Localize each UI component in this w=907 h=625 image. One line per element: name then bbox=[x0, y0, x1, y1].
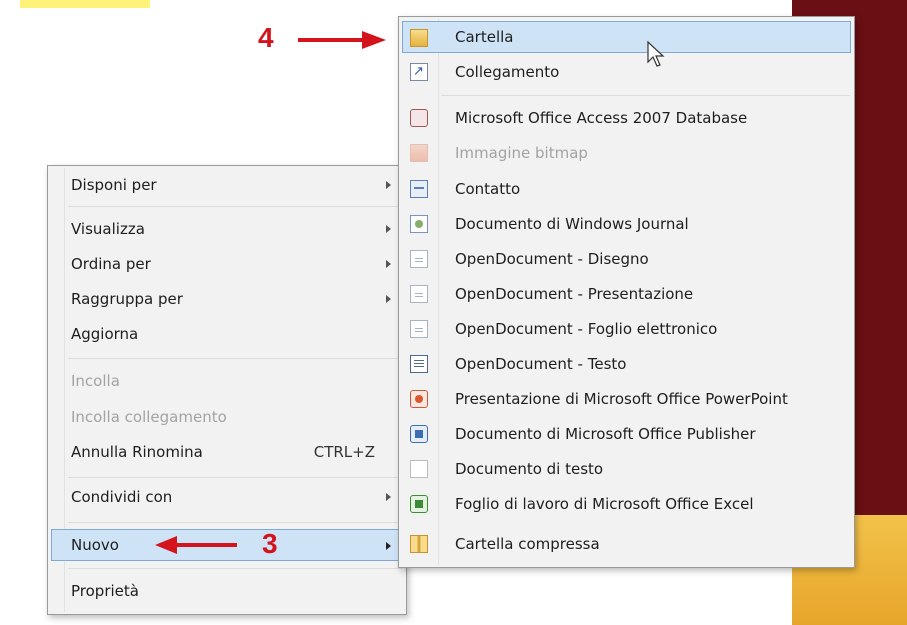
document-icon bbox=[410, 250, 428, 268]
mouse-cursor-icon bbox=[647, 40, 665, 67]
menu-separator bbox=[68, 206, 402, 207]
menu-separator bbox=[441, 95, 850, 96]
menu-item-label: Nuovo bbox=[71, 536, 119, 554]
menu-separator bbox=[68, 358, 402, 359]
menu-item-label: Ordina per bbox=[71, 255, 151, 273]
shortcut-label: CTRL+Z bbox=[313, 443, 375, 461]
menu-item-label: Documento di testo bbox=[455, 460, 604, 478]
menu-item-label: Documento di Microsoft Office Publisher bbox=[455, 425, 756, 443]
annotation-arrow-left-icon bbox=[155, 536, 237, 554]
submenu-arrow-icon bbox=[386, 295, 391, 303]
submenu-item-bitmap[interactable]: Immagine bitmap bbox=[402, 138, 851, 168]
journal-icon bbox=[410, 215, 428, 233]
annotation-step-3: 3 bbox=[262, 528, 278, 559]
shortcut-icon bbox=[410, 57, 428, 87]
document-icon bbox=[410, 320, 428, 338]
new-submenu: Cartella Collegamento Microsoft Office A… bbox=[398, 16, 855, 568]
menu-item-label: Immagine bitmap bbox=[455, 144, 588, 162]
menu-item-label: Visualizza bbox=[71, 220, 145, 238]
submenu-item-od-testo[interactable]: OpenDocument - Testo bbox=[402, 349, 851, 379]
submenu-item-excel[interactable]: Foglio di lavoro di Microsoft Office Exc… bbox=[402, 489, 851, 519]
annotation-arrow-right-icon bbox=[298, 31, 386, 49]
menu-item-label: OpenDocument - Disegno bbox=[455, 250, 649, 268]
submenu-item-cartella[interactable]: Cartella bbox=[402, 21, 851, 53]
access-icon bbox=[410, 109, 428, 127]
menu-item-label: Cartella bbox=[455, 28, 514, 46]
menu-item-label: Collegamento bbox=[455, 63, 560, 81]
annotation-step-4: 4 bbox=[258, 22, 274, 53]
menu-item-proprieta[interactable]: Proprietà bbox=[51, 576, 403, 606]
menu-item-aggiorna[interactable]: Aggiorna bbox=[51, 319, 403, 349]
menu-item-disponi-per[interactable]: Disponi per bbox=[51, 170, 403, 200]
contact-icon bbox=[410, 180, 428, 198]
menu-item-raggruppa-per[interactable]: Raggruppa per bbox=[51, 284, 403, 314]
menu-item-label: OpenDocument - Testo bbox=[455, 355, 627, 373]
menu-item-label: Incolla collegamento bbox=[71, 408, 227, 426]
publisher-icon bbox=[410, 425, 428, 443]
submenu-item-journal[interactable]: Documento di Windows Journal bbox=[402, 209, 851, 239]
folder-icon bbox=[410, 29, 428, 47]
submenu-item-access[interactable]: Microsoft Office Access 2007 Database bbox=[402, 103, 851, 133]
bitmap-icon bbox=[410, 144, 428, 162]
menu-separator bbox=[68, 568, 402, 569]
powerpoint-icon bbox=[410, 390, 428, 408]
menu-item-ordina-per[interactable]: Ordina per bbox=[51, 249, 403, 279]
menu-item-label: Microsoft Office Access 2007 Database bbox=[455, 109, 748, 127]
menu-separator bbox=[68, 522, 402, 523]
menu-item-label: OpenDocument - Foglio elettronico bbox=[455, 320, 718, 338]
background-highlight bbox=[20, 0, 150, 8]
menu-item-label: Annulla Rinomina bbox=[71, 443, 203, 461]
submenu-item-cartella-compressa[interactable]: Cartella compressa bbox=[402, 529, 851, 559]
menu-item-label: Presentazione di Microsoft Office PowerP… bbox=[455, 390, 788, 408]
menu-item-label: Proprietà bbox=[71, 582, 139, 600]
menu-item-label: Cartella compressa bbox=[455, 535, 600, 553]
submenu-item-od-disegno[interactable]: OpenDocument - Disegno bbox=[402, 244, 851, 274]
menu-item-label: OpenDocument - Presentazione bbox=[455, 285, 694, 303]
menu-item-label: Contatto bbox=[455, 180, 521, 198]
submenu-arrow-icon bbox=[386, 181, 391, 189]
submenu-arrow-icon bbox=[386, 493, 391, 501]
menu-item-label: Disponi per bbox=[71, 176, 157, 194]
text-file-icon bbox=[410, 460, 428, 478]
menu-item-label: Incolla bbox=[71, 372, 120, 390]
menu-item-visualizza[interactable]: Visualizza bbox=[51, 214, 403, 244]
submenu-item-testo[interactable]: Documento di testo bbox=[402, 454, 851, 484]
menu-item-incolla[interactable]: Incolla bbox=[51, 366, 403, 396]
menu-item-condividi-con[interactable]: Condividi con bbox=[51, 482, 403, 512]
submenu-item-contatto[interactable]: Contatto bbox=[402, 174, 851, 204]
submenu-arrow-icon bbox=[386, 260, 391, 268]
document-icon bbox=[410, 285, 428, 303]
menu-item-incolla-collegamento[interactable]: Incolla collegamento bbox=[51, 402, 403, 432]
submenu-item-collegamento[interactable]: Collegamento bbox=[402, 57, 851, 87]
menu-item-annulla-rinomina[interactable]: Annulla Rinomina CTRL+Z bbox=[51, 437, 403, 467]
menu-item-label: Documento di Windows Journal bbox=[455, 215, 689, 233]
menu-item-label: Aggiorna bbox=[71, 325, 139, 343]
zip-folder-icon bbox=[410, 535, 428, 553]
submenu-item-publisher[interactable]: Documento di Microsoft Office Publisher bbox=[402, 419, 851, 449]
submenu-arrow-icon bbox=[386, 225, 391, 233]
menu-separator bbox=[68, 477, 402, 478]
menu-item-label: Raggruppa per bbox=[71, 290, 183, 308]
text-document-icon bbox=[410, 355, 428, 373]
excel-icon bbox=[410, 495, 428, 513]
menu-item-label: Condividi con bbox=[71, 488, 173, 506]
submenu-item-od-presentazione[interactable]: OpenDocument - Presentazione bbox=[402, 279, 851, 309]
submenu-arrow-icon bbox=[386, 542, 391, 550]
menu-item-label: Foglio di lavoro di Microsoft Office Exc… bbox=[455, 495, 754, 513]
submenu-item-od-foglio[interactable]: OpenDocument - Foglio elettronico bbox=[402, 314, 851, 344]
submenu-item-powerpoint[interactable]: Presentazione di Microsoft Office PowerP… bbox=[402, 384, 851, 414]
